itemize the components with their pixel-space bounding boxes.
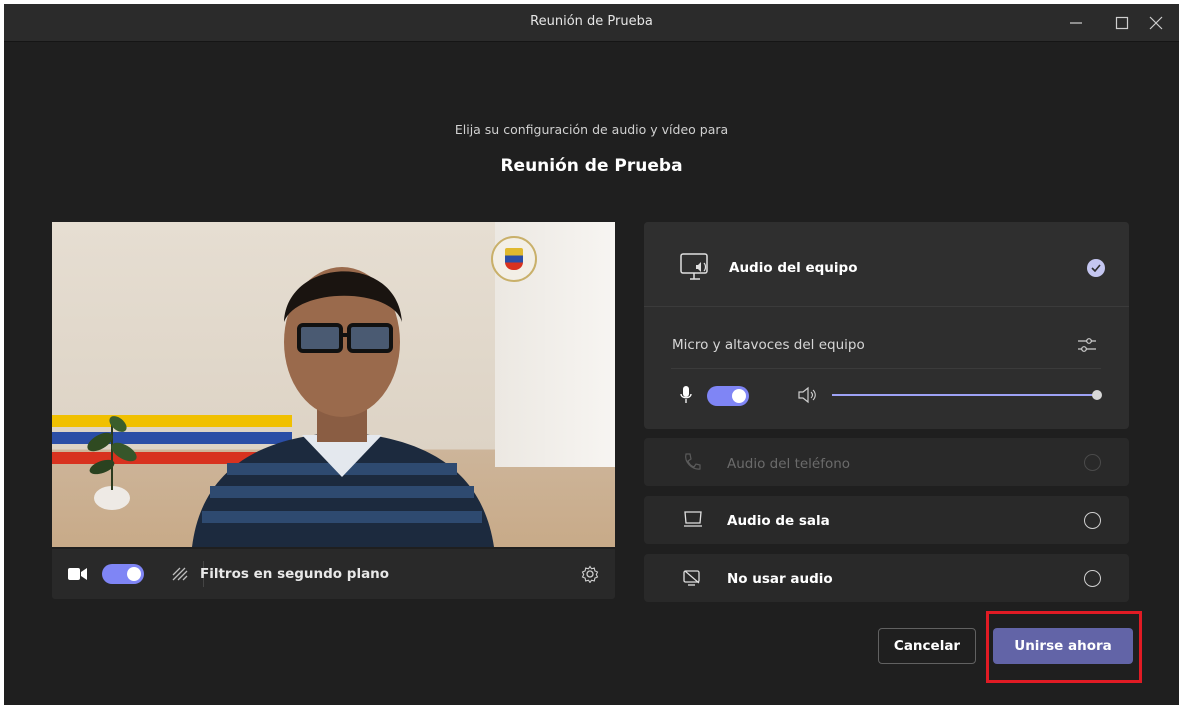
camera-icon (68, 568, 87, 580)
maximize-icon (1115, 16, 1129, 30)
minimize-button[interactable] (1053, 4, 1099, 42)
participant-image (192, 267, 494, 547)
room-audio-card[interactable] (644, 496, 1129, 544)
camera-toggle[interactable] (102, 564, 144, 584)
minimize-icon (1070, 22, 1082, 24)
computer-audio-label: Audio del equipo (729, 260, 858, 276)
phone-audio-radio (1084, 454, 1101, 471)
close-button[interactable] (1133, 4, 1179, 42)
phone-audio-label: Audio del teléfono (727, 456, 851, 472)
prejoin-subtitle: Elija su configuración de audio y vídeo … (454, 122, 729, 137)
phone-audio-card (644, 438, 1129, 486)
window-title: Reunión de Prueba (530, 14, 653, 29)
no-audio-icon (683, 570, 700, 586)
video-controls-bar: Filtros en segundo plano (52, 549, 615, 599)
computer-audio-icon (680, 253, 708, 280)
device-settings-icon[interactable] (581, 565, 599, 583)
speaker-icon (798, 386, 816, 404)
speaker-volume-thumb[interactable] (1092, 390, 1102, 400)
room-audio-radio[interactable] (1084, 512, 1101, 529)
room-audio-label: Audio de sala (727, 513, 830, 529)
selected-check-icon (1087, 259, 1105, 277)
close-icon (1149, 16, 1163, 30)
microphone-icon (680, 386, 692, 403)
audio-device-label: Micro y altavoces del equipo (672, 337, 865, 353)
plant-image (87, 416, 137, 510)
cancel-button[interactable]: Cancelar (878, 628, 976, 664)
coat-of-arms-logo (491, 236, 537, 282)
no-audio-radio[interactable] (1084, 570, 1101, 587)
room-audio-icon (684, 511, 702, 527)
title-bar: Reunión de Prueba (4, 4, 1179, 42)
meeting-name: Reunión de Prueba (500, 156, 683, 176)
join-button-highlight-box (986, 611, 1142, 683)
phone-icon (685, 453, 701, 470)
audio-settings-sliders-icon[interactable] (1077, 336, 1097, 354)
no-audio-label: No usar audio (727, 571, 833, 587)
microphone-toggle[interactable] (707, 386, 749, 406)
background-filters-icon (172, 567, 188, 581)
camera-preview (52, 222, 615, 547)
no-audio-card[interactable] (644, 554, 1129, 602)
speaker-volume-track[interactable] (832, 394, 1096, 396)
background-filters-button[interactable]: Filtros en segundo plano (200, 566, 389, 582)
